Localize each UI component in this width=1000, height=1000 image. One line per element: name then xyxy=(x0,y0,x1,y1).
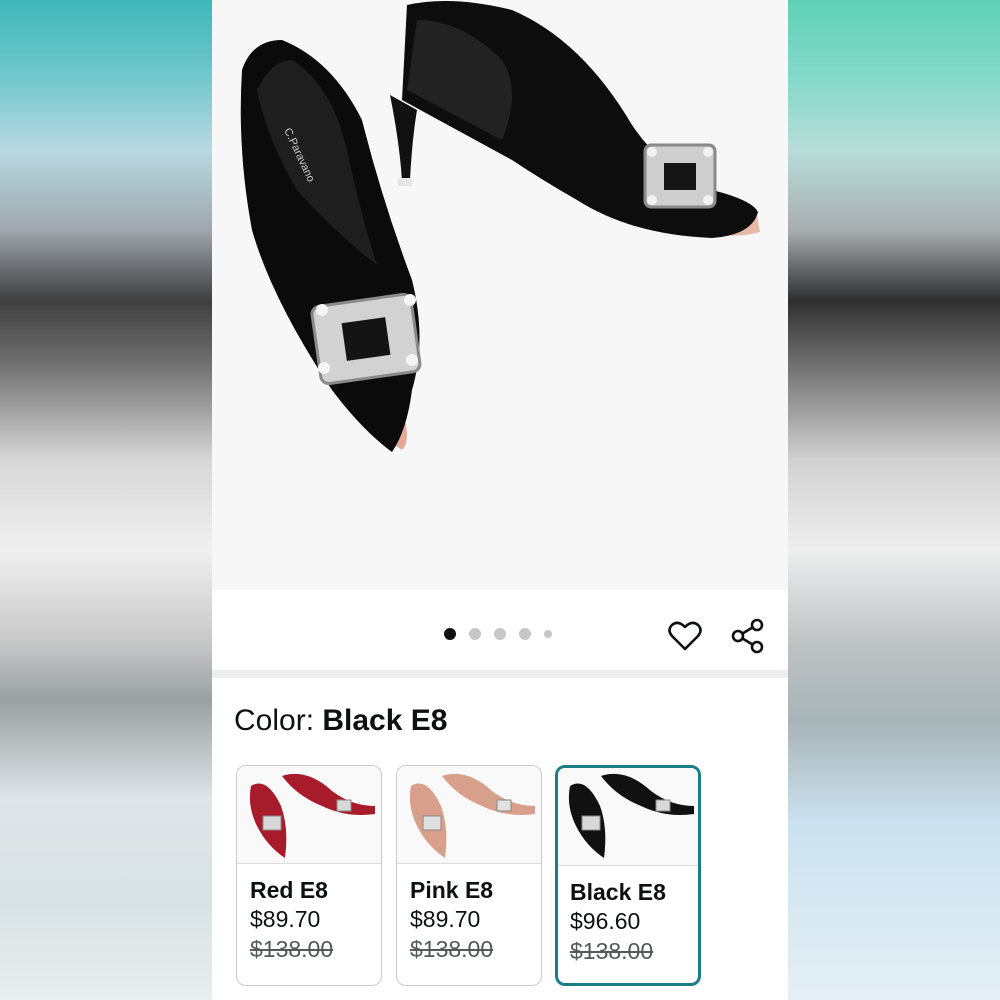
color-swatch-black[interactable]: Black E8 $96.60 $138.00 xyxy=(555,765,701,986)
share-icon xyxy=(731,618,764,654)
swatch-name: Pink E8 xyxy=(410,877,494,903)
swatch-price: $96.60 xyxy=(570,908,641,934)
swatch-price: $89.70 xyxy=(250,906,321,932)
swatch-list-price: $138.00 xyxy=(570,938,654,964)
carousel-controls xyxy=(212,590,788,670)
color-selected-value: Black E8 xyxy=(322,704,448,737)
carousel-dot-3[interactable] xyxy=(494,628,506,640)
blurred-backdrop-right xyxy=(788,0,1000,1000)
color-swatch-red[interactable]: Red E8 $89.70 $138.00 xyxy=(236,765,382,986)
color-label-prefix: Color: xyxy=(234,704,315,737)
swatch-name: Red E8 xyxy=(250,877,328,903)
carousel-dot-1[interactable] xyxy=(444,628,456,640)
section-divider xyxy=(212,670,788,678)
swatch-name: Black E8 xyxy=(570,879,666,905)
blurred-backdrop-left xyxy=(0,0,212,1000)
swatch-list-price: $138.00 xyxy=(410,936,494,962)
swatch-thumbnail xyxy=(237,766,381,864)
heart-icon xyxy=(668,621,702,651)
swatch-thumbnail xyxy=(397,766,541,864)
share-button[interactable] xyxy=(728,616,768,656)
carousel-dot-2[interactable] xyxy=(469,628,481,640)
wishlist-button[interactable] xyxy=(665,616,705,656)
color-swatch-pink[interactable]: Pink E8 $89.70 $138.00 xyxy=(396,765,542,986)
swatch-list-price: $138.00 xyxy=(250,936,334,962)
selected-color-label: Color: Black E8 xyxy=(234,704,447,738)
product-page: C.Paravano Color: Black E8 Red E8 $89.70… xyxy=(212,0,788,1000)
carousel-pagination[interactable] xyxy=(444,628,552,640)
carousel-dot-4[interactable] xyxy=(519,628,531,640)
swatch-price: $89.70 xyxy=(410,906,481,932)
product-main-image: C.Paravano xyxy=(240,1,760,452)
carousel-dot-5[interactable] xyxy=(544,630,552,638)
swatch-thumbnail xyxy=(558,768,698,866)
product-image-carousel[interactable]: C.Paravano xyxy=(212,0,788,590)
